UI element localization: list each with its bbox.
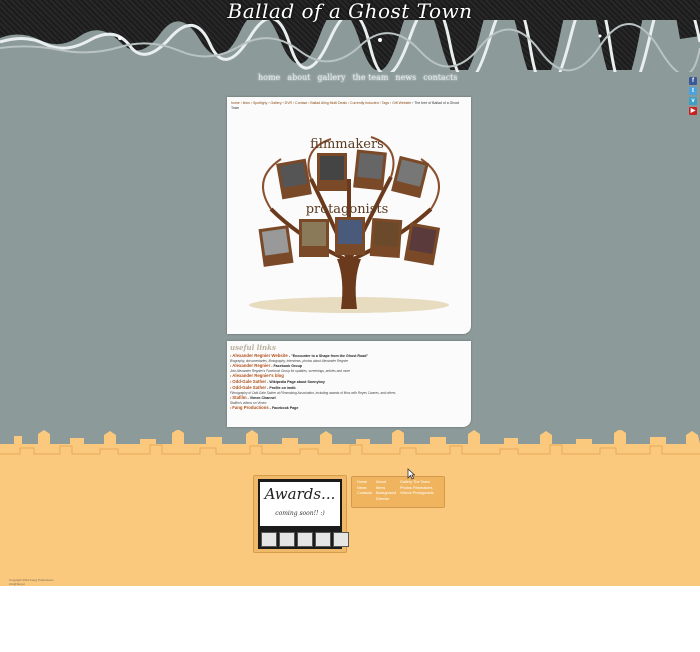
tree-label-protagonists: protagonists bbox=[306, 202, 389, 217]
link-desc: - Facebook Group bbox=[270, 364, 302, 368]
link-name[interactable]: Stafilm bbox=[232, 395, 246, 400]
link-desc: - Vimeo Channel bbox=[246, 396, 276, 400]
twitter-icon[interactable]: t bbox=[689, 87, 697, 95]
useful-links-panel: useful links • Alexander Regnier Website… bbox=[227, 341, 471, 427]
links-list: • Alexander Regnier Website - "Encounter… bbox=[230, 353, 468, 411]
link-name[interactable]: Fang Productions bbox=[232, 405, 269, 410]
protagonist-photo-2[interactable] bbox=[299, 219, 329, 257]
mouse-cursor-icon bbox=[407, 468, 415, 480]
links-title: useful links bbox=[230, 343, 276, 352]
award-frame bbox=[261, 532, 277, 547]
link-desc: - Facebook Page bbox=[268, 406, 299, 410]
film-strip: Awards... coming soon!! :) bbox=[258, 479, 349, 549]
link-name[interactable]: Odd-Gale Sather bbox=[232, 379, 266, 384]
awards-title: Awards... bbox=[264, 485, 336, 503]
footer-link[interactable]: Director bbox=[376, 497, 396, 503]
footer-link[interactable]: Contacts bbox=[357, 491, 372, 497]
breadcrumb-path[interactable]: home › links › Spotlighy › Gallery › DVR… bbox=[231, 101, 411, 105]
filmmaker-photo-4[interactable] bbox=[391, 155, 429, 199]
breadcrumb: home › links › Spotlighy › Gallery › DVR… bbox=[231, 101, 467, 111]
link-desc: - "Encounter to a Shape from the Ghost R… bbox=[287, 354, 369, 358]
filmmaker-photo-1[interactable] bbox=[276, 158, 312, 200]
footer-col-1: Home News Contacts bbox=[357, 480, 372, 497]
header: Ballad of a Ghost Town bbox=[0, 0, 700, 72]
footer-nav: Home News Contacts About Items Backgroun… bbox=[351, 476, 445, 508]
list-item: • Alexander Regnier - Facebook Group Joi… bbox=[230, 363, 468, 373]
town-skyline bbox=[0, 430, 700, 470]
page: Ballad of a Ghost Town home about galler… bbox=[0, 0, 700, 586]
list-item: • Fang Productions - Facebook Page bbox=[230, 405, 468, 411]
filmmaker-photo-2[interactable] bbox=[317, 153, 347, 191]
footer-col-3: Gallery The Team Photos Filmmakers Video… bbox=[400, 480, 434, 497]
nav-home[interactable]: home bbox=[258, 73, 280, 82]
family-tree-illustration: filmmakers protagonists bbox=[249, 136, 449, 313]
link-name[interactable]: Odd-Gale Sather bbox=[232, 385, 266, 390]
protagonist-photo-4[interactable] bbox=[369, 217, 403, 259]
link-name[interactable]: Alexander Regnier Website bbox=[232, 353, 288, 358]
link-desc: - Profile on imdb bbox=[266, 386, 296, 390]
town-footer bbox=[0, 430, 700, 586]
link-name[interactable]: Alexander Regnier's blog bbox=[232, 373, 284, 378]
list-item: • Alexander Regnier Website - "Encounter… bbox=[230, 353, 468, 363]
nav-contacts[interactable]: contacts bbox=[423, 73, 457, 82]
awards-subtitle: coming soon!! :) bbox=[275, 510, 325, 517]
footer-col-2: About Items Background Director bbox=[376, 480, 396, 502]
youtube-icon[interactable]: ▶ bbox=[689, 107, 697, 115]
list-item: • Odd-Gale Sather - Profile on imdb Film… bbox=[230, 385, 468, 395]
awards-box: Awards... coming soon!! :) bbox=[253, 475, 349, 553]
awards-card: Awards... coming soon!! :) bbox=[260, 482, 340, 526]
award-frame bbox=[315, 532, 331, 547]
nav-the-team[interactable]: the team bbox=[352, 73, 388, 82]
vimeo-icon[interactable]: v bbox=[689, 97, 697, 105]
tree-label-filmmakers: filmmakers bbox=[310, 137, 384, 152]
site-title[interactable]: Ballad of a Ghost Town bbox=[0, 0, 700, 22]
header-snow-border bbox=[0, 20, 700, 72]
nav-gallery[interactable]: gallery bbox=[317, 73, 345, 82]
footer-link[interactable]: Background bbox=[376, 491, 396, 497]
award-frame bbox=[297, 532, 313, 547]
award-frame bbox=[333, 532, 349, 547]
main-nav: home about gallery the team news contact… bbox=[258, 73, 458, 82]
social-icons: f t v ▶ bbox=[689, 77, 697, 115]
link-desc: - Wikipedia Page about Sonnyboy bbox=[266, 380, 325, 384]
award-frames bbox=[261, 532, 349, 547]
copyright-email[interactable]: info@fang.it bbox=[9, 582, 54, 586]
copyright: Copyright 2010 Fang Productions info@fan… bbox=[9, 578, 54, 586]
award-frame bbox=[279, 532, 295, 547]
filmmaker-photo-3[interactable] bbox=[353, 149, 387, 191]
facebook-icon[interactable]: f bbox=[689, 77, 697, 85]
main-content-panel: home › links › Spotlighy › Gallery › DVR… bbox=[227, 97, 471, 334]
protagonist-photo-1[interactable] bbox=[258, 225, 294, 267]
footer-link[interactable]: Gallery The Team bbox=[400, 480, 434, 486]
footer-link[interactable]: Videos Protagonists bbox=[400, 491, 434, 497]
protagonist-photo-3[interactable] bbox=[335, 217, 365, 255]
nav-news[interactable]: news bbox=[395, 73, 416, 82]
nav-about[interactable]: about bbox=[287, 73, 310, 82]
list-item: • Stafilm - Vimeo Channel Stafilm's vide… bbox=[230, 395, 468, 405]
link-name[interactable]: Alexander Regnier bbox=[232, 363, 270, 368]
